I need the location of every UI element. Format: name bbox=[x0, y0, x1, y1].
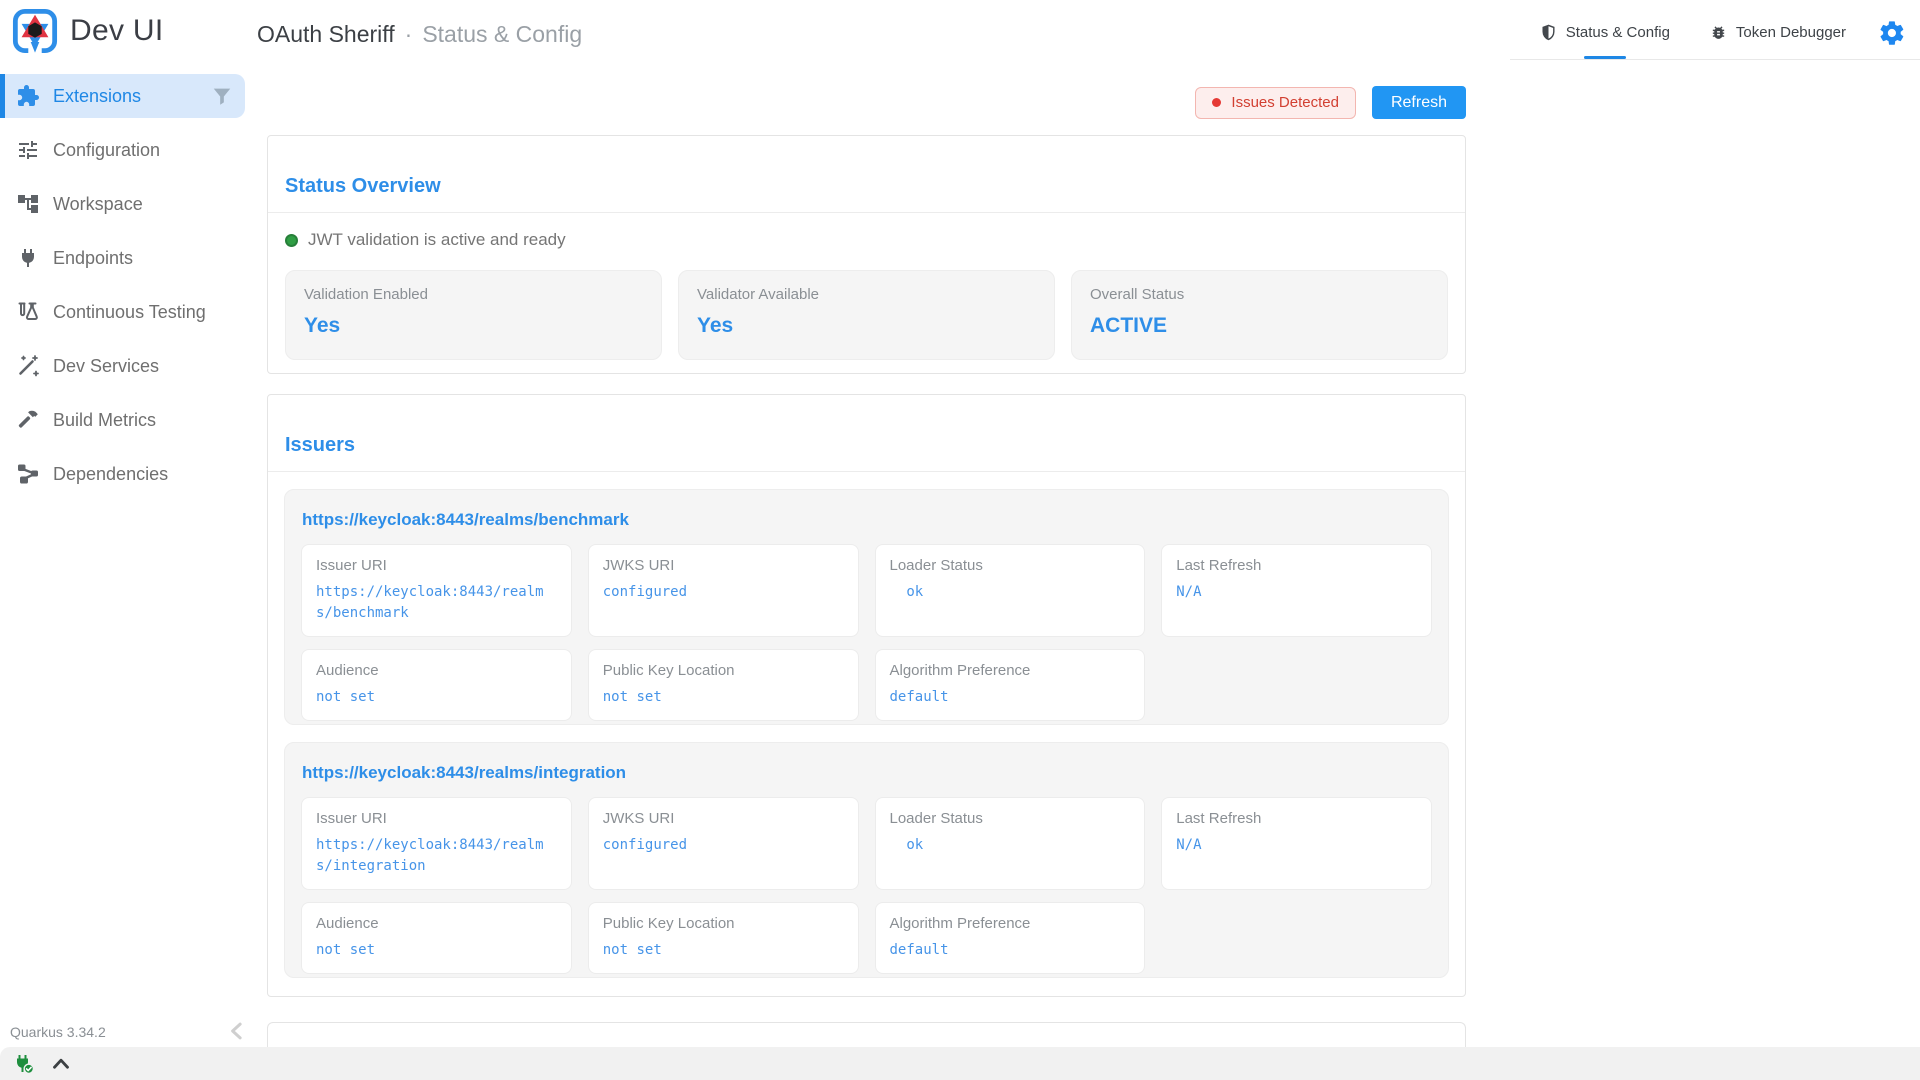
quarkus-logo-icon bbox=[12, 8, 58, 54]
dev-ui-footer-bar bbox=[0, 1047, 1920, 1080]
folder-tree-icon bbox=[16, 192, 40, 216]
status-overview-title: Status Overview bbox=[285, 176, 1448, 196]
page-subtitle: Status & Config bbox=[422, 21, 582, 48]
sidebar-item-extensions[interactable]: Extensions bbox=[0, 74, 245, 118]
sliders-icon bbox=[16, 138, 40, 162]
issuers-title: Issuers bbox=[285, 435, 1448, 455]
plug-icon bbox=[16, 246, 40, 270]
sidebar-item-label: Build Metrics bbox=[53, 410, 156, 431]
sidebar-item-label: Configuration bbox=[53, 140, 160, 161]
quarkus-version: Quarkus 3.34.2 bbox=[10, 1024, 106, 1040]
tile-overall-status: Overall Status ACTIVE bbox=[1071, 270, 1448, 360]
sidebar-item-dev-services[interactable]: Dev Services bbox=[0, 344, 245, 388]
gear-icon[interactable] bbox=[1878, 19, 1906, 47]
filter-icon[interactable] bbox=[211, 85, 233, 107]
tile-label: Validator Available bbox=[697, 286, 1036, 303]
puzzle-icon bbox=[16, 84, 40, 108]
badge-label: Issues Detected bbox=[1231, 94, 1339, 111]
field-last-refresh: Last Refresh N/A bbox=[1161, 544, 1432, 637]
status-ok-dot-icon bbox=[285, 234, 298, 247]
sidebar-item-label: Workspace bbox=[53, 194, 143, 215]
issuer-card-benchmark: https://keycloak:8443/realms/benchmark I… bbox=[284, 489, 1449, 725]
tile-validation-enabled: Validation Enabled Yes bbox=[285, 270, 662, 360]
issuer-url: https://keycloak:8443/realms/integration bbox=[302, 763, 1432, 783]
tile-label: Validation Enabled bbox=[304, 286, 643, 303]
field-loader-status: Loader Status ok bbox=[875, 544, 1146, 637]
tab-label: Status & Config bbox=[1566, 24, 1670, 41]
tile-label: Overall Status bbox=[1090, 286, 1429, 303]
brand-title: Dev UI bbox=[70, 14, 164, 48]
title-separator: · bbox=[405, 21, 413, 48]
tile-value: Yes bbox=[304, 314, 643, 338]
app-brand: Dev UI bbox=[12, 8, 164, 54]
field-algorithm-preference: Algorithm Preference default bbox=[875, 649, 1146, 721]
chevron-left-icon[interactable] bbox=[222, 1016, 252, 1046]
field-audience: Audience not set bbox=[301, 902, 572, 974]
field-issuer-uri: Issuer URI https://keycloak:8443/realms/… bbox=[301, 544, 572, 637]
sidebar-item-label: Continuous Testing bbox=[53, 302, 206, 323]
sidebar-item-configuration[interactable]: Configuration bbox=[0, 128, 245, 172]
field-audience: Audience not set bbox=[301, 649, 572, 721]
tab-token-debugger[interactable]: Token Debugger bbox=[1690, 6, 1866, 59]
field-algorithm-preference: Algorithm Preference default bbox=[875, 902, 1146, 974]
sidebar: Extensions Configuration Workspace Endpo… bbox=[0, 74, 250, 506]
flask-vial-icon bbox=[16, 300, 40, 324]
sidebar-item-continuous-testing[interactable]: Continuous Testing bbox=[0, 290, 245, 334]
refresh-button[interactable]: Refresh bbox=[1372, 86, 1466, 119]
page-title: OAuth Sheriff · Status & Config bbox=[257, 21, 582, 48]
tab-status-config[interactable]: Status & Config bbox=[1520, 6, 1690, 59]
jwt-status-line: JWT validation is active and ready bbox=[268, 213, 1465, 250]
tab-label: Token Debugger bbox=[1736, 24, 1846, 41]
field-jwks-uri: JWKS URI configured bbox=[588, 544, 859, 637]
top-tabs-bar: Status & Config Token Debugger bbox=[1510, 0, 1920, 60]
field-loader-status: Loader Status ok bbox=[875, 797, 1146, 890]
plug-check-icon bbox=[12, 1052, 36, 1076]
sidebar-item-label: Endpoints bbox=[53, 248, 133, 269]
sidebar-item-workspace[interactable]: Workspace bbox=[0, 182, 245, 226]
field-issuer-uri: Issuer URI https://keycloak:8443/realms/… bbox=[301, 797, 572, 890]
tile-validator-available: Validator Available Yes bbox=[678, 270, 1055, 360]
issuers-card: Issuers https://keycloak:8443/realms/ben… bbox=[267, 394, 1466, 997]
sidebar-item-label: Extensions bbox=[53, 86, 141, 107]
sidebar-item-label: Dependencies bbox=[53, 464, 168, 485]
field-public-key-location: Public Key Location not set bbox=[588, 902, 859, 974]
shield-icon bbox=[1540, 24, 1557, 41]
issues-detected-badge: Issues Detected bbox=[1195, 87, 1356, 119]
jwt-status-message: JWT validation is active and ready bbox=[308, 230, 566, 250]
sidebar-item-build-metrics[interactable]: Build Metrics bbox=[0, 398, 245, 442]
issuer-card-integration: https://keycloak:8443/realms/integration… bbox=[284, 742, 1449, 978]
field-public-key-location: Public Key Location not set bbox=[588, 649, 859, 721]
magic-wand-icon bbox=[16, 354, 40, 378]
error-dot-icon bbox=[1212, 98, 1221, 107]
sidebar-item-endpoints[interactable]: Endpoints bbox=[0, 236, 245, 280]
bug-icon bbox=[1710, 24, 1727, 41]
hammer-icon bbox=[16, 408, 40, 432]
active-tab-indicator bbox=[1584, 56, 1626, 59]
page-actions: Issues Detected Refresh bbox=[267, 86, 1466, 119]
field-jwks-uri: JWKS URI configured bbox=[588, 797, 859, 890]
status-overview-card: Status Overview JWT validation is active… bbox=[267, 135, 1466, 374]
chevron-up-icon[interactable] bbox=[48, 1051, 74, 1077]
extension-name: OAuth Sheriff bbox=[257, 21, 395, 48]
field-last-refresh: Last Refresh N/A bbox=[1161, 797, 1432, 890]
issuer-url: https://keycloak:8443/realms/benchmark bbox=[302, 510, 1432, 530]
tile-value: ACTIVE bbox=[1090, 314, 1429, 338]
tile-value: Yes bbox=[697, 314, 1036, 338]
sidebar-item-label: Dev Services bbox=[53, 356, 159, 377]
graph-nodes-icon bbox=[16, 462, 40, 486]
sidebar-item-dependencies[interactable]: Dependencies bbox=[0, 452, 245, 496]
